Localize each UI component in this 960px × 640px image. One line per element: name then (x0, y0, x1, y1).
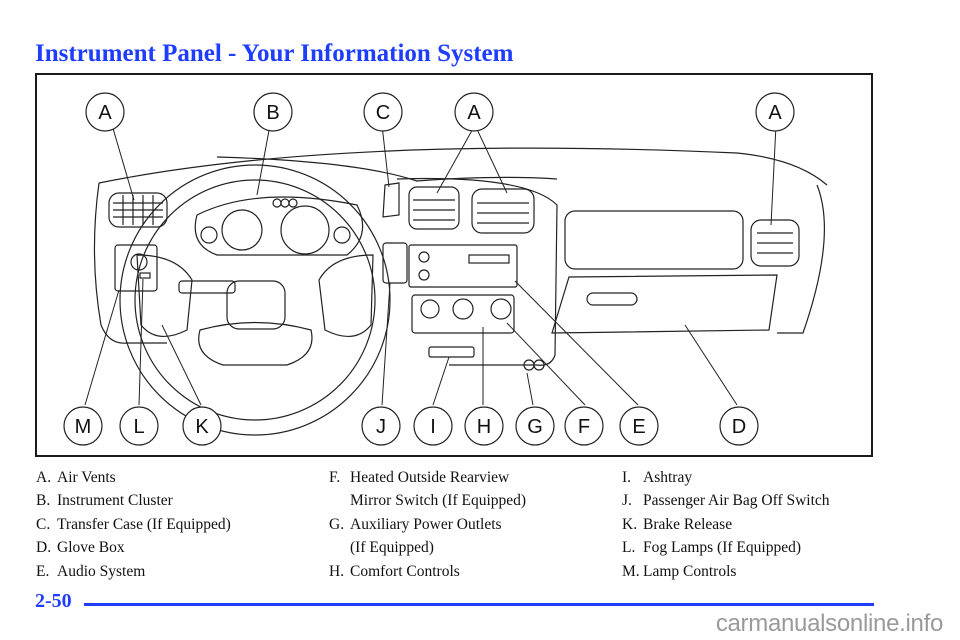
page-title: Instrument Panel - Your Information Syst… (35, 40, 514, 67)
svg-text:C: C (376, 102, 390, 124)
svg-text:G: G (527, 416, 543, 438)
leader-lines (84, 124, 777, 406)
callout-H: H (464, 406, 504, 446)
callout-top-A2: A (454, 92, 494, 132)
callout-K: K (182, 406, 222, 446)
legend-item-b: B. Instrument Cluster (36, 492, 173, 510)
svg-text:M: M (75, 416, 92, 438)
svg-text:F: F (578, 416, 590, 438)
center-stack (396, 177, 558, 366)
callout-E: E (619, 406, 659, 446)
legend-item-m: M. Lamp Controls (622, 562, 737, 580)
callout-M: M (63, 406, 103, 446)
legend-column-2: F. Heated Outside Rearview Mirror Switch (… (329, 466, 526, 583)
legend-item-c: C. Transfer Case (If Equipped) (36, 515, 231, 533)
instrument-panel-drawing: A B C A A M L K J I H G F E D (63, 92, 828, 446)
svg-text:K: K (195, 416, 209, 438)
watermark: carmanualsonline.info (715, 610, 943, 637)
legend-item-a: A. Air Vents (36, 469, 116, 486)
svg-text:J: J (376, 416, 386, 438)
legend-column-1: A. Air Vents B. Instrument Cluster C. Trans… (36, 466, 231, 583)
svg-text:I: I (430, 416, 436, 438)
legend-item-f: F. Heated Outside Rearview Mirror Switch (… (329, 469, 527, 510)
svg-text:B: B (266, 102, 279, 124)
legend-item-i: I. Ashtray (622, 469, 693, 486)
callout-F: F (564, 406, 604, 446)
callout-I: I (413, 406, 453, 446)
svg-text:E: E (632, 416, 645, 438)
glove-box-handle (586, 292, 638, 306)
callout-J: J (361, 406, 401, 446)
upper-glove-compartment (564, 210, 744, 270)
transfer-case-lever (382, 182, 400, 218)
legend-item-k: K. Brake Release (622, 515, 733, 533)
svg-text:D: D (732, 416, 746, 438)
legend-item-e: E. Audio System (36, 562, 146, 580)
svg-text:A: A (98, 102, 112, 124)
fog-lamp-switch (139, 272, 151, 279)
legend-item-d: D. Glove Box (36, 539, 125, 557)
ashtray (428, 346, 475, 358)
glove-box (551, 274, 778, 334)
legend-item-h: H. Comfort Controls (329, 562, 460, 580)
callout-top-A1: A (85, 92, 125, 132)
callout-top-B: B (253, 92, 293, 132)
passenger-airbag-switch (382, 242, 408, 284)
page-number: 2-50 (35, 590, 72, 612)
legend-item-g: G. Auxiliary Power Outlets (If Equipped) (329, 515, 502, 557)
callout-top-A3: A (755, 92, 795, 132)
instrument-cluster (194, 196, 364, 256)
footer-rule (84, 603, 874, 606)
legend-item-j: J. Passenger Air Bag Off Switch (622, 492, 830, 510)
svg-text:A: A (768, 102, 782, 124)
svg-text:A: A (467, 102, 481, 124)
callout-G: G (515, 406, 555, 446)
callout-L: L (119, 406, 159, 446)
legend-item-l: L. Fog Lamps (If Equipped) (622, 539, 801, 557)
center-air-vents (408, 186, 535, 234)
svg-text:L: L (133, 416, 144, 438)
callout-top-C: C (363, 92, 403, 132)
left-air-vent (108, 192, 168, 228)
steering-wheel (119, 164, 391, 436)
callout-D: D (719, 406, 759, 446)
svg-text:H: H (477, 416, 491, 438)
instrument-panel-figure: A B C A A M L K J I H G F E D (35, 73, 873, 457)
legend-column-3: I. Ashtray J. Passenger Air Bag Off Switch… (622, 466, 830, 583)
audio-system (408, 244, 518, 288)
right-air-vent (750, 219, 800, 267)
